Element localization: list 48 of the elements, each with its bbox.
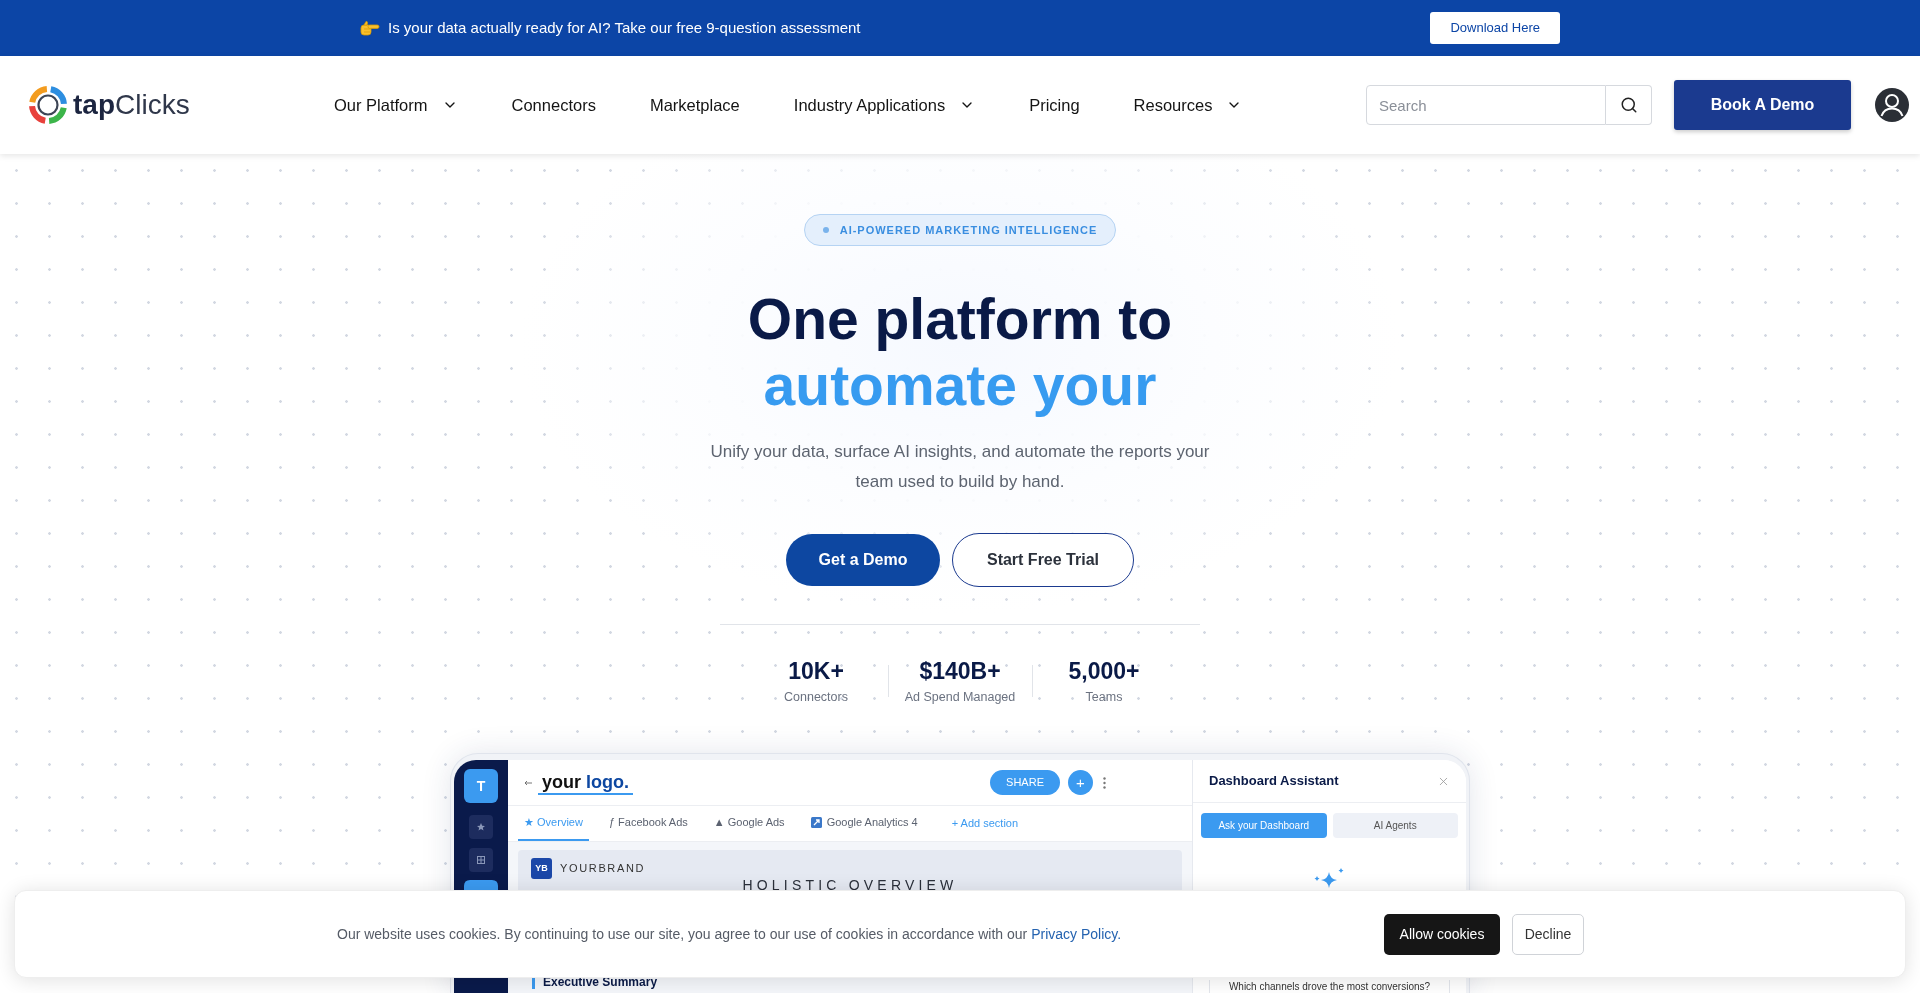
search-icon	[1619, 96, 1638, 114]
download-button[interactable]: Download Here	[1430, 12, 1560, 44]
badge-text: AI-POWERED MARKETING INTELLIGENCE	[839, 222, 1098, 238]
nav-link[interactable]: Marketplace	[649, 92, 740, 118]
chart-square-icon	[810, 817, 822, 828]
user-avatar-icon[interactable]	[1875, 88, 1909, 122]
dashboard-tab[interactable]: ƒ Facebook Ads	[602, 806, 694, 841]
search-field[interactable]: Search	[1366, 85, 1606, 125]
grid-icon[interactable]	[469, 848, 493, 872]
assistant-title: Dashboard Assistant	[1209, 772, 1339, 791]
pointing-hand-icon	[360, 20, 380, 36]
stat-label: Ad Spend Managed	[904, 689, 1016, 705]
dashboard-tab[interactable]: ▲ Google Ads	[707, 806, 791, 841]
search-button[interactable]	[1606, 85, 1652, 125]
square-tile-icon[interactable]	[464, 880, 498, 891]
dashboard-tab[interactable]: Google Analytics 4	[804, 806, 924, 841]
stat-value: $140B+	[919, 657, 1001, 685]
decline-button[interactable]: Decline	[1512, 913, 1584, 955]
book-demo-button[interactable]: Book A Demo	[1674, 80, 1851, 130]
suggested-question[interactable]: Which channels drove the most conversions?	[1209, 980, 1450, 993]
trial-button[interactable]: Start Free Trial	[952, 533, 1134, 587]
stat-value: 5,000+	[1068, 657, 1140, 685]
dot-icon	[822, 227, 829, 233]
back-arrow-icon[interactable]	[524, 779, 532, 786]
stat-label: Connectors	[784, 689, 848, 705]
heading-line: automate your	[763, 352, 1157, 418]
section-title: HOLISTIC OVERVIEW	[742, 879, 958, 892]
stat-value: 10K+	[788, 657, 844, 685]
more-icon[interactable]	[1103, 776, 1106, 789]
nav-link[interactable]: Our Platform	[334, 92, 458, 118]
brand-initials: YB	[531, 858, 552, 879]
nav-link[interactable]: Connectors	[511, 92, 596, 118]
privacy-policy-link[interactable]: Privacy Policy.	[1031, 925, 1122, 942]
logo-wordmark[interactable]: tapClicks	[73, 91, 190, 119]
brand-name: YOURBRAND	[560, 861, 646, 877]
logo-ring-icon	[28, 85, 68, 125]
assistant-tab[interactable]: AI Agents	[1332, 813, 1458, 838]
nav-link[interactable]: Industry Applications	[793, 92, 976, 118]
heading-line: One platform to	[747, 286, 1173, 352]
cookie-notice: Our website uses cookies. By continuing to use our site, you agree to our use of cookies in accordance with our Privacy Policy.	[337, 924, 1122, 944]
hero-subtitle: Unify your data, surface AI insights, and automate the reports your team used to build by hand.	[709, 441, 1211, 493]
stat-label: Teams	[1085, 689, 1123, 705]
demo-button[interactable]: Get a Demo	[786, 534, 940, 586]
nav-link[interactable]: Pricing	[1029, 92, 1080, 118]
announcement-text: Is your data actually ready for AI? Take our free 9-question assessment	[388, 17, 861, 38]
allow-cookies-button[interactable]: Allow cookies	[1384, 913, 1500, 955]
nav-link[interactable]: Resources	[1133, 92, 1243, 118]
dashboard-logo: your logo.	[538, 770, 634, 795]
